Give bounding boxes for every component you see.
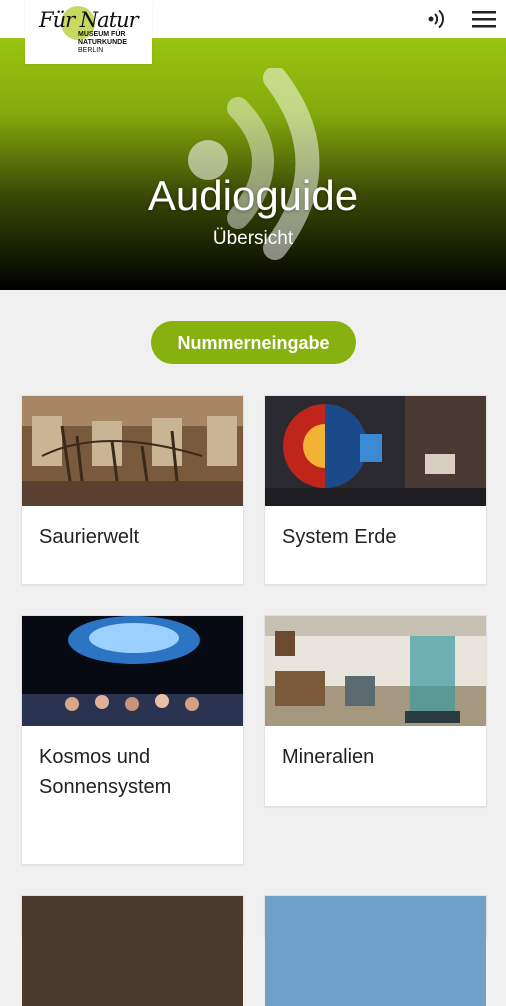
top-icons <box>416 0 506 38</box>
hero-banner: Audioguide Übersicht <box>0 38 506 290</box>
card-image-saurierwelt <box>22 396 243 506</box>
logo-line-1: MUSEUM FÜR <box>78 31 126 38</box>
card-system-erde[interactable]: System Erde <box>264 395 487 585</box>
card-label: System Erde <box>282 526 397 548</box>
logo-text: MUSEUM FÜR NATURKUNDE <box>78 31 127 47</box>
card-image-system-erde <box>265 396 486 506</box>
card-saurierwelt[interactable]: Saurierwelt <box>21 395 244 585</box>
logo-line-2: NATURKUNDE <box>78 39 127 46</box>
card-label: Saurierwelt <box>39 526 140 548</box>
card-mineralien[interactable]: Mineralien <box>264 615 487 807</box>
card-image-partial-left <box>22 896 243 1006</box>
card-partial-right[interactable] <box>264 895 487 1006</box>
logo-line-3: BERLIN <box>78 47 104 54</box>
card-label: Mineralien <box>282 746 375 768</box>
menu-icon[interactable] <box>472 9 496 29</box>
card-image-mineralien <box>265 616 486 726</box>
audio-icon[interactable] <box>426 8 448 30</box>
museum-logo[interactable]: Für Natur MUSEUM FÜR NATURKUNDE BERLIN <box>25 0 152 64</box>
page-title: Audioguide <box>147 172 359 219</box>
card-partial-left[interactable] <box>21 895 244 1006</box>
number-entry-button[interactable]: Nummerneingabe <box>151 321 356 364</box>
page-subtitle: Übersicht <box>212 228 294 249</box>
card-image-kosmos <box>22 616 243 726</box>
card-image-partial-right <box>265 896 486 1006</box>
logo-script-text: Für Natur <box>39 8 139 32</box>
card-kosmos[interactable]: Kosmos und Sonnensystem <box>21 615 244 865</box>
card-label: Kosmos und Sonnensystem <box>39 746 172 798</box>
